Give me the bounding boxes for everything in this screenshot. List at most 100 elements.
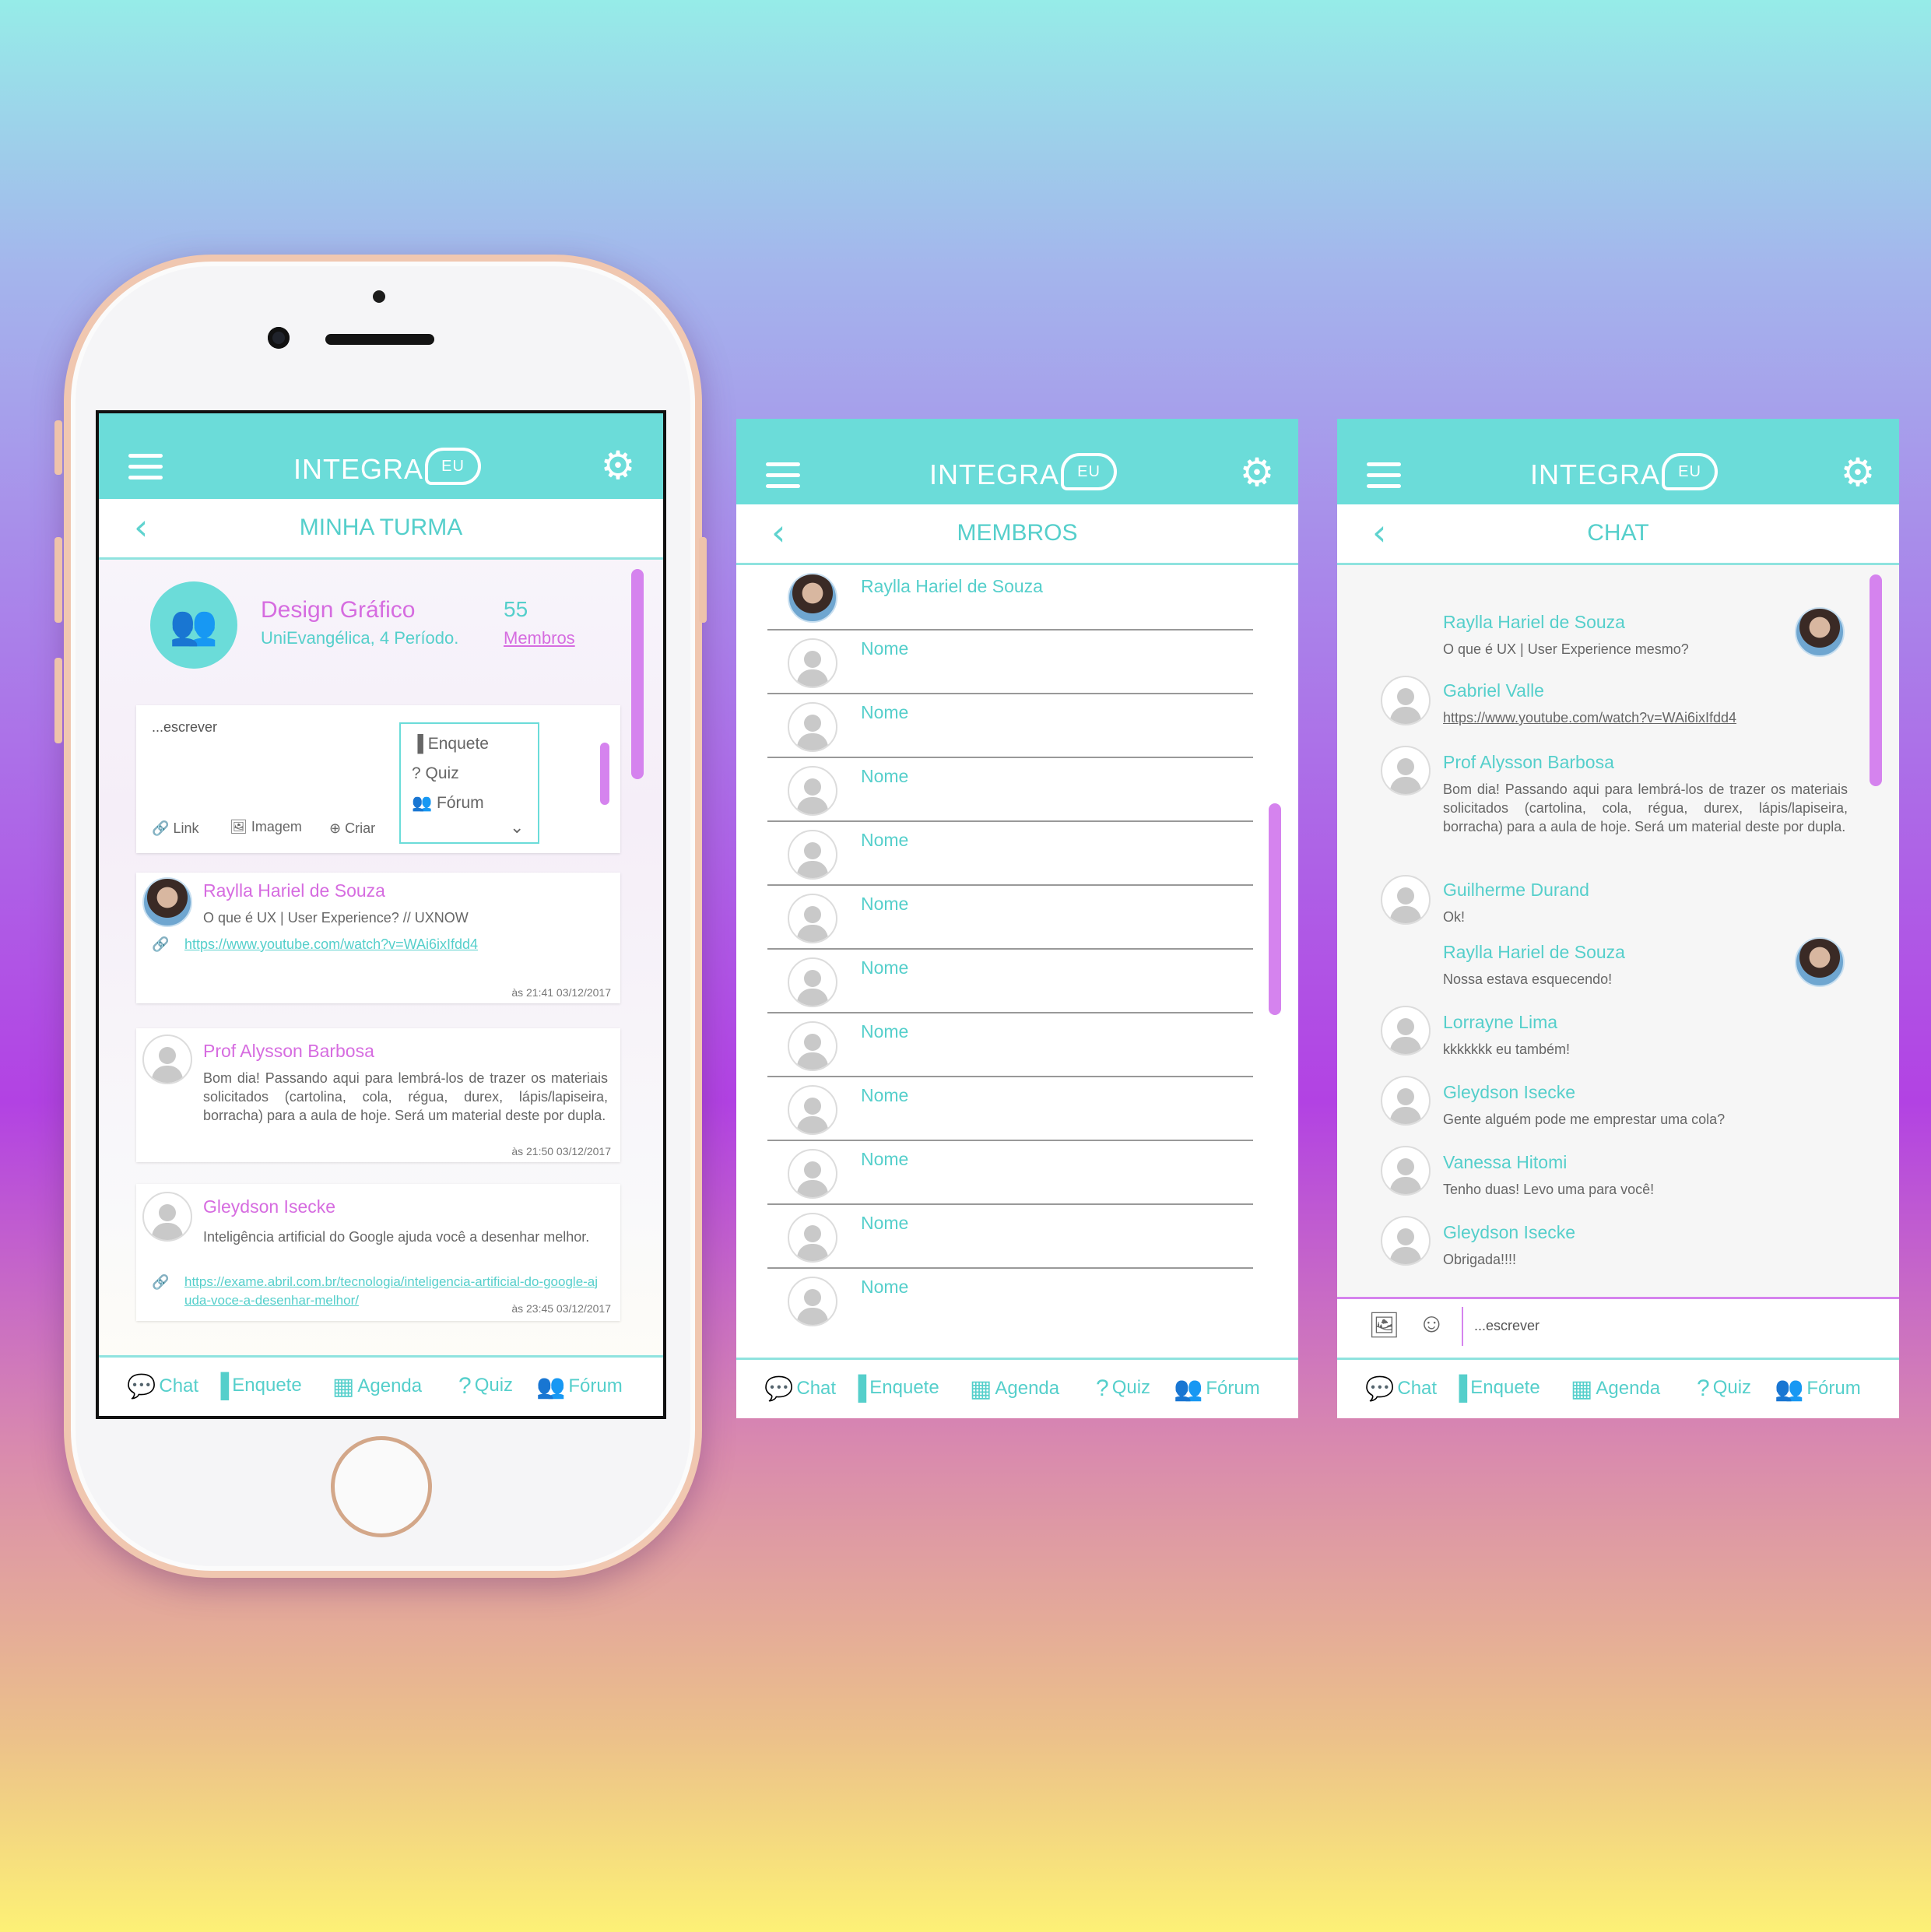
chat-scrollbar[interactable] [1870,574,1882,786]
post-time: às 21:50 03/12/2017 [511,1145,611,1157]
subheader: ‹ MINHA TURMA [99,499,663,560]
image-icon[interactable]: 🖼 [1368,1310,1400,1340]
message-text: Obrigada!!!! [1443,1252,1517,1267]
message-author: Gleydson Isecke [1443,1082,1576,1102]
emoji-icon[interactable]: ☺ [1418,1308,1445,1339]
phone-home-button[interactable] [331,1436,432,1537]
menu-item-enquete[interactable]: ▐ Enquete [412,735,489,753]
image-action[interactable]: 🖼 Imagem [230,819,302,835]
gear-icon[interactable]: ⚙ [1840,453,1876,492]
member-row[interactable]: Nome [767,1013,1253,1077]
avatar [1381,746,1431,796]
link-action[interactable]: 🔗 Link [152,820,198,837]
post-author: Raylla Hariel de Souza [203,880,385,901]
member-row[interactable]: Nome [767,631,1253,694]
tab-chat[interactable]: 💬 Chat [1365,1375,1437,1403]
calendar-icon: ▦ [332,1374,355,1400]
menu-item-quiz[interactable]: ? Quiz [412,764,459,783]
member-row[interactable]: Nome [767,1269,1253,1333]
menu-item-forum[interactable]: 👥 Fórum [412,794,484,813]
page-title: CHAT [1587,520,1649,546]
app-header: INTEGRA EU ⚙ [1337,419,1899,504]
member-row[interactable]: Nome [767,1141,1253,1205]
post-text: Bom dia! Passando aqui para lembrá-los d… [203,1070,608,1123]
composer-placeholder[interactable]: ...escrever [152,719,217,736]
post-composer[interactable]: ...escrever 🔗 Link 🖼 Imagem ⊕ Criar ▐ En… [136,705,620,853]
post-text: O que é UX | User Experience? // UXNOW [203,910,469,926]
avatar [142,1034,192,1084]
message-author: Lorrayne Lima [1443,1012,1558,1032]
post-time: às 23:45 03/12/2017 [511,1302,611,1315]
phone-power-button [699,537,707,623]
tab-forum[interactable]: 👥 Fórum [1174,1375,1260,1403]
question-icon: ? [458,1373,472,1399]
menu-icon[interactable] [128,454,163,480]
member-row[interactable]: Raylla Hariel de Souza [767,567,1253,631]
post-link[interactable]: https://www.youtube.com/watch?v=WAi6ixIf… [184,936,478,953]
tab-enquete[interactable]: ▐ Enquete [1451,1375,1540,1402]
avatar [142,1192,192,1242]
member-row[interactable]: Nome [767,1205,1253,1269]
avatar [142,877,192,927]
message-author: Gleydson Isecke [1443,1222,1576,1242]
post-time: às 21:41 03/12/2017 [511,986,611,999]
subheader: ‹ CHAT [1337,504,1899,565]
message-author: Vanessa Hitomi [1443,1152,1568,1172]
menu-icon[interactable] [766,462,800,489]
member-name: Nome [861,702,909,722]
tab-chat[interactable]: 💬 Chat [764,1375,836,1403]
group-name: Design Gráfico [261,597,416,623]
avatar [788,894,837,943]
member-row[interactable]: Nome [767,950,1253,1013]
members-link[interactable]: Membros [504,628,575,648]
avatar [788,957,837,1007]
tab-agenda[interactable]: ▦ Agenda [1571,1375,1660,1403]
chevron-down-icon[interactable]: ⌄ [510,817,524,838]
member-row[interactable]: Nome [767,822,1253,886]
poll-icon: ▐ [850,1375,867,1401]
member-row[interactable]: Nome [767,1077,1253,1141]
link-icon: 🔗 [152,1274,170,1290]
gear-icon[interactable]: ⚙ [600,446,636,485]
member-name: Raylla Hariel de Souza [861,576,1043,596]
composer-scrollbar[interactable] [600,743,609,805]
tab-agenda[interactable]: ▦ Agenda [970,1375,1059,1403]
tab-bar: 💬 Chat ▐ Enquete ▦ Agenda ? Quiz 👥 Fórum [99,1355,663,1416]
plus-icon: ⊕ [329,820,342,836]
members-scrollbar[interactable] [1269,803,1281,1015]
people-icon: 👥 [412,794,433,812]
message-link[interactable]: https://www.youtube.com/watch?v=WAi6ixIf… [1443,710,1736,726]
image-icon: 🖼 [230,819,248,834]
tab-quiz[interactable]: ? Quiz [1096,1375,1150,1402]
tab-forum[interactable]: 👥 Fórum [536,1373,623,1400]
people-icon: 👥 [1174,1376,1203,1402]
message-text: Gente alguém pode me emprestar uma cola? [1443,1112,1726,1127]
link-icon: 🔗 [152,820,170,836]
member-row[interactable]: Nome [767,694,1253,758]
tab-forum[interactable]: 👥 Fórum [1775,1375,1861,1403]
tab-agenda[interactable]: ▦ Agenda [332,1373,422,1400]
avatar [788,702,837,752]
avatar [788,1085,837,1135]
message-text: kkkkkkk eu também! [1443,1042,1571,1057]
create-action[interactable]: ⊕ Criar [329,820,375,837]
page-scrollbar[interactable] [631,569,644,779]
message-text: Tenho duas! Levo uma para você! [1443,1182,1655,1197]
phone-volume-down [54,658,62,743]
group-avatar: 👥 [150,581,237,669]
tab-enquete[interactable]: ▐ Enquete [850,1375,939,1402]
member-row[interactable]: Nome [767,886,1253,950]
avatar [1795,937,1845,987]
tab-quiz[interactable]: ? Quiz [1697,1375,1751,1402]
menu-icon[interactable] [1367,462,1401,489]
page-title: MEMBROS [957,520,1078,546]
member-row[interactable]: Nome [767,758,1253,822]
tab-quiz[interactable]: ? Quiz [458,1373,513,1400]
chat-input[interactable]: ...escrever [1474,1318,1540,1334]
gear-icon[interactable]: ⚙ [1239,453,1275,492]
app-logo: INTEGRA EU [1530,453,1719,491]
app-logo: INTEGRA EU [929,453,1118,491]
screen-minha-turma: INTEGRA EU ⚙ ‹ MINHA TURMA 👥 Design Gráfi… [96,410,666,1419]
tab-enquete[interactable]: ▐ Enquete [212,1373,302,1400]
tab-chat[interactable]: 💬 Chat [127,1373,198,1400]
